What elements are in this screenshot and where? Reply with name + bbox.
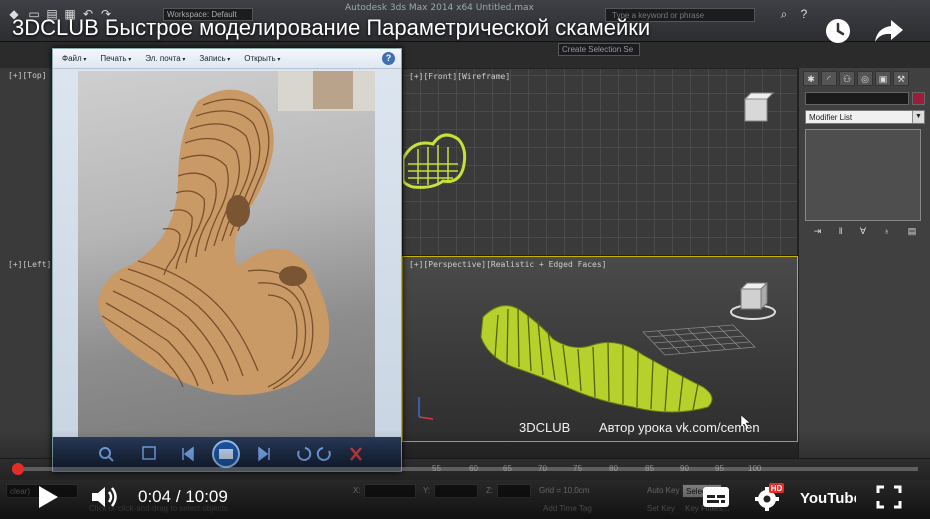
youtube-logo-text: YouTube <box>800 490 856 507</box>
rotate-right-icon <box>316 447 331 461</box>
rotate-left-icon <box>297 447 312 461</box>
viewer-toolbar-icons <box>99 440 362 468</box>
remove-modifier-icon[interactable]: ♁ <box>884 226 891 240</box>
previous-icon <box>182 446 194 462</box>
youtube-logo[interactable]: YouTube <box>800 485 856 509</box>
x-label: X: <box>353 486 361 495</box>
hd-badge: HD <box>771 484 783 493</box>
time-display: 0:04 / 10:09 <box>138 487 228 507</box>
viewport-front[interactable]: [+][Front][Wireframe] <box>402 68 798 256</box>
captions-icon[interactable] <box>702 486 730 508</box>
hierarchy-tab-icon[interactable]: ⚇ <box>839 71 855 86</box>
watermark-brand: 3DCLUB <box>519 420 571 435</box>
object-name-input[interactable] <box>805 92 909 105</box>
bench-photo <box>78 71 375 437</box>
viewport-top-label[interactable]: [+][Top] <box>8 71 47 80</box>
command-panel: ✱ ◜ ⚇ ◎ ▣ ⚒ Modifier List ▼ ⇥ ‖ ∀ ♁ ▤ <box>798 68 930 458</box>
time-separator: / <box>175 487 181 506</box>
add-time-tag[interactable]: Add Time Tag <box>540 502 600 516</box>
z-label: Z: <box>486 486 494 495</box>
menu-file[interactable]: Файл <box>62 54 86 63</box>
viewport-left-label[interactable]: [+][Left] <box>8 260 51 269</box>
front-wireframe-bench <box>403 92 775 189</box>
perspective-bench-model <box>418 281 776 430</box>
image-viewer-menu: Файл Печать Эл. почта Запись Открыть ? <box>53 49 401 69</box>
display-tab-icon[interactable]: ▣ <box>875 71 891 86</box>
y-coordinate-input[interactable] <box>434 484 478 498</box>
motion-tab-icon[interactable]: ◎ <box>857 71 873 86</box>
viewport-perspective[interactable]: [+][Perspective][Realistic + Edged Faces… <box>402 256 798 442</box>
modifier-list-label: Modifier List <box>809 113 853 122</box>
modifier-stack-tools: ⇥ ‖ ∀ ♁ ▤ <box>805 226 925 240</box>
image-viewer-toolbar <box>53 437 401 471</box>
share-icon[interactable] <box>874 18 904 44</box>
zoom-icon <box>99 447 114 462</box>
make-unique-icon[interactable]: ∀ <box>860 226 866 240</box>
menu-print[interactable]: Печать <box>100 54 131 63</box>
viewcube-icon <box>743 92 775 122</box>
grid-plane <box>642 324 756 356</box>
y-label: Y: <box>423 486 431 495</box>
next-icon <box>258 446 270 462</box>
image-viewer-window[interactable]: Файл Печать Эл. почта Запись Открыть ? <box>52 48 402 472</box>
axis-gizmo-icon <box>418 397 434 420</box>
search-icon[interactable]: ⌕ <box>776 6 792 22</box>
z-coordinate-input[interactable] <box>497 484 531 498</box>
current-time: 0:04 <box>138 487 172 506</box>
grid-size: Grid = 10,0cm <box>539 486 590 495</box>
menu-email[interactable]: Эл. почта <box>145 54 185 63</box>
create-tab-icon[interactable]: ✱ <box>803 71 819 86</box>
object-color-swatch[interactable] <box>912 92 925 105</box>
selection-set-dropdown[interactable]: Create Selection Se <box>558 43 640 56</box>
auto-key-button[interactable]: Auto Key <box>644 484 680 498</box>
modifier-stack[interactable] <box>805 129 921 221</box>
duration: 10:09 <box>185 487 228 506</box>
pin-stack-icon[interactable]: ⇥ <box>814 226 822 240</box>
volume-icon[interactable] <box>90 484 120 510</box>
command-panel-tabs: ✱ ◜ ⚇ ◎ ▣ ⚒ <box>803 71 927 87</box>
settings-gear-icon[interactable]: HD <box>754 482 784 512</box>
watch-later-icon[interactable] <box>824 17 852 45</box>
video-title[interactable]: 3DCLUB Быстрое моделирование Параметриче… <box>12 15 650 41</box>
menu-open[interactable]: Открыть <box>244 54 280 63</box>
chevron-down-icon[interactable]: ▼ <box>912 111 924 123</box>
video-player[interactable]: Autodesk 3ds Max 2014 x64 Untitled.max W… <box>0 0 930 519</box>
play-icon[interactable] <box>36 485 60 509</box>
window-title: Autodesk 3ds Max 2014 x64 Untitled.max <box>345 3 534 13</box>
watermark-author: Автор урока vk.com/cemen <box>599 420 760 435</box>
help-icon[interactable]: ? <box>382 52 395 65</box>
modifier-list-dropdown[interactable]: Modifier List ▼ <box>805 110 925 124</box>
utilities-tab-icon[interactable]: ⚒ <box>893 71 909 86</box>
set-key-button[interactable]: Set Key <box>644 502 678 516</box>
delete-icon <box>350 447 362 461</box>
x-coordinate-input[interactable] <box>364 484 416 498</box>
actual-size-icon <box>142 446 156 460</box>
slideshow-icon <box>212 440 240 468</box>
viewcube-icon <box>730 281 776 320</box>
fullscreen-icon[interactable] <box>876 485 902 509</box>
parametric-bench-image <box>98 71 375 396</box>
progress-bar[interactable] <box>12 463 918 475</box>
show-end-result-icon[interactable]: ‖ <box>839 226 843 240</box>
help-icon[interactable]: ? <box>796 6 812 22</box>
configure-sets-icon[interactable]: ▤ <box>908 226 917 240</box>
menu-burn[interactable]: Запись <box>199 54 230 63</box>
modify-tab-icon[interactable]: ◜ <box>821 71 837 86</box>
